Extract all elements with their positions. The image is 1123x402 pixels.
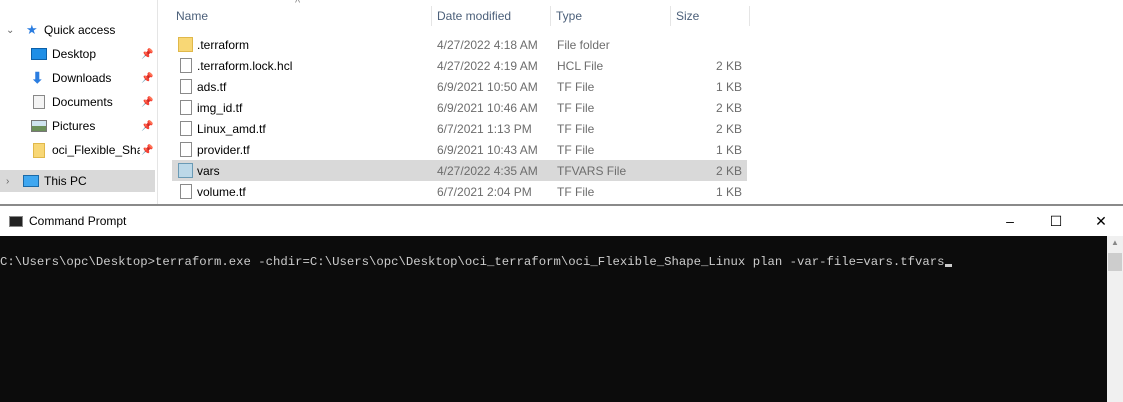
file-name: .terraform [197, 37, 250, 52]
file-date: 4/27/2022 4:19 AM [437, 58, 538, 73]
file-row[interactable]: img_id.tf 6/9/2021 10:46 AM TF File 2 KB [172, 97, 747, 118]
folder-icon [33, 142, 45, 158]
file-icon [180, 184, 192, 199]
file-type: File folder [557, 37, 610, 52]
file-size: 2 KB [715, 163, 742, 178]
pin-icon: 📌 [141, 144, 154, 156]
file-row[interactable]: provider.tf 6/9/2021 10:43 AM TF File 1 KB [172, 139, 747, 160]
file-date: 6/7/2021 1:13 PM [437, 121, 532, 136]
file-name: .terraform.lock.hcl [197, 58, 293, 73]
nav-downloads[interactable]: ⬇ Downloads 📌 [0, 67, 155, 89]
nav-oci-folder[interactable]: oci_Flexible_Shape_Linux 📌 [0, 139, 155, 161]
chevron-right-icon[interactable]: › [6, 176, 9, 187]
download-icon: ⬇ [31, 70, 44, 87]
file-name: provider.tf [197, 142, 250, 157]
file-date: 6/9/2021 10:46 AM [437, 100, 538, 115]
command-prompt-titlebar[interactable]: Command Prompt [0, 206, 1123, 236]
file-type: TF File [557, 184, 595, 199]
pin-icon: 📌 [141, 48, 154, 60]
minimize-button[interactable]: – [987, 206, 1033, 236]
column-header-size[interactable]: Size [671, 6, 750, 26]
folder-icon [178, 37, 193, 52]
file-name: img_id.tf [197, 100, 243, 115]
nav-this-pc[interactable]: › This PC [0, 170, 155, 192]
file-name: volume.tf [197, 184, 246, 199]
file-size: 1 KB [715, 142, 742, 157]
file-row[interactable]: .terraform.lock.hcl 4/27/2022 4:19 AM HCL … [172, 55, 747, 76]
file-type: TF File [557, 142, 595, 157]
file-name: ads.tf [197, 79, 227, 94]
window-title: Command Prompt [29, 214, 127, 228]
file-date: 4/27/2022 4:18 AM [437, 37, 538, 52]
file-list: ^ Name Date modified Type Size .terrafor… [160, 0, 1123, 204]
desktop-icon [31, 48, 47, 60]
file-date: 4/27/2022 4:35 AM [437, 163, 538, 178]
file-name: Linux_amd.tf [197, 121, 266, 136]
file-size: 1 KB [715, 184, 742, 199]
file-size: 1 KB [715, 79, 742, 94]
file-icon [180, 79, 192, 94]
file-type: HCL File [557, 58, 604, 73]
file-icon [180, 100, 192, 115]
file-icon [180, 121, 192, 136]
file-type: TF File [557, 121, 595, 136]
file-explorer: ⌄ ★ Quick access Desktop 📌 ⬇ Downloads 📌… [0, 0, 1123, 206]
vertical-scrollbar[interactable]: ▲ [1107, 236, 1123, 402]
navigation-pane: ⌄ ★ Quick access Desktop 📌 ⬇ Downloads 📌… [0, 0, 158, 204]
file-row[interactable]: Linux_amd.tf 6/7/2021 1:13 PM TF File 2 KB [172, 118, 747, 139]
computer-icon [23, 175, 39, 187]
file-row[interactable]: .terraform 4/27/2022 4:18 AM File folder [172, 34, 747, 55]
maximize-button[interactable]: ☐ [1033, 206, 1079, 236]
file-date: 6/9/2021 10:50 AM [437, 79, 538, 94]
column-header-date[interactable]: Date modified [432, 6, 551, 26]
file-row[interactable]: vars 4/27/2022 4:35 AM TFVARS File 2 KB [172, 160, 747, 181]
pictures-icon [31, 120, 47, 132]
nav-pictures[interactable]: Pictures 📌 [0, 115, 155, 137]
pin-icon: 📌 [141, 96, 154, 108]
column-header-name[interactable]: Name [171, 6, 432, 26]
file-row[interactable]: volume.tf 6/7/2021 2:04 PM TF File 1 KB [172, 181, 747, 202]
command-line: C:\Users\opc\Desktop>terraform.exe -chdi… [0, 255, 945, 269]
column-header-type[interactable]: Type [551, 6, 671, 26]
documents-icon [33, 95, 45, 109]
close-button[interactable]: ✕ [1078, 206, 1123, 236]
text-file-icon [178, 163, 193, 178]
nav-quick-access[interactable]: ⌄ ★ Quick access [0, 19, 155, 41]
file-size: 2 KB [715, 121, 742, 136]
file-icon [180, 142, 192, 157]
nav-desktop[interactable]: Desktop 📌 [0, 43, 155, 65]
scroll-up-icon[interactable]: ▲ [1111, 238, 1119, 247]
file-size: 2 KB [715, 100, 742, 115]
chevron-down-icon[interactable]: ⌄ [6, 25, 14, 36]
text-cursor [944, 264, 952, 267]
file-type: TF File [557, 79, 595, 94]
cmd-icon [9, 215, 23, 227]
file-type: TF File [557, 100, 595, 115]
file-icon [180, 58, 192, 73]
file-date: 6/7/2021 2:04 PM [437, 184, 532, 199]
file-type: TFVARS File [557, 163, 627, 178]
console-output[interactable]: C:\Users\opc\Desktop>terraform.exe -chdi… [0, 236, 1107, 402]
file-row[interactable]: ads.tf 6/9/2021 10:50 AM TF File 1 KB [172, 76, 747, 97]
scrollbar-thumb[interactable] [1108, 253, 1122, 271]
file-date: 6/9/2021 10:43 AM [437, 142, 538, 157]
file-size: 2 KB [715, 58, 742, 73]
pin-icon: 📌 [141, 120, 154, 132]
file-name: vars [197, 163, 220, 178]
pin-icon: 📌 [141, 72, 154, 84]
star-icon: ★ [26, 22, 38, 37]
nav-documents[interactable]: Documents 📌 [0, 91, 155, 113]
